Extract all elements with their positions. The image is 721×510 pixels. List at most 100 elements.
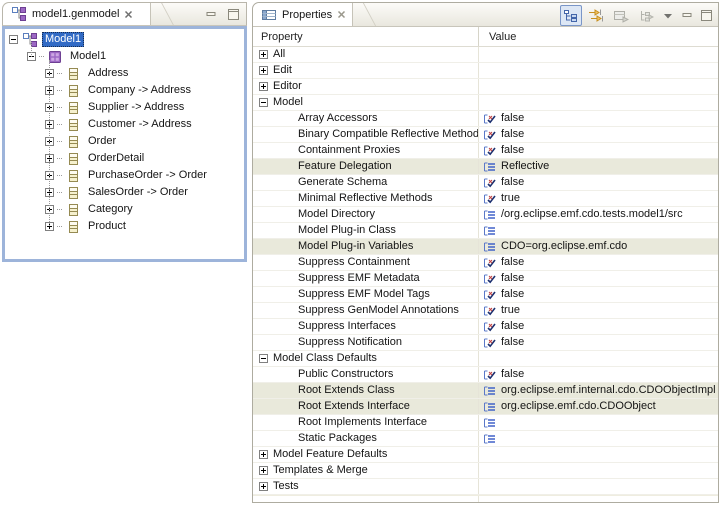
tree-node-epackage[interactable]: Model1 [5, 48, 244, 65]
close-icon[interactable] [337, 10, 346, 19]
property-row[interactable]: All [253, 47, 718, 63]
property-row[interactable]: Model Plug-in Class [253, 223, 718, 239]
maximize-icon[interactable] [227, 8, 240, 21]
property-value-cell[interactable]: false [479, 175, 718, 190]
tree-node-eclass[interactable]: OrderDetail [5, 150, 244, 167]
tree-node-genmodel-root[interactable]: Model1 [5, 31, 244, 48]
tree-node-eclass[interactable]: Order [5, 133, 244, 150]
expand-toggle-icon[interactable] [259, 482, 268, 491]
tree-node-eclass[interactable]: Customer -> Address [5, 116, 244, 133]
property-row[interactable]: Suppress Containmentfalse [253, 255, 718, 271]
tree-node-label[interactable]: Model1 [42, 32, 84, 47]
property-row[interactable]: Root Implements Interface [253, 415, 718, 431]
expand-toggle-icon[interactable] [259, 66, 268, 75]
property-value-cell[interactable]: false [479, 143, 718, 158]
property-value-cell[interactable] [479, 415, 718, 430]
property-row[interactable]: Model Class Defaults [253, 351, 718, 367]
property-row[interactable]: Minimal Reflective Methodstrue [253, 191, 718, 207]
property-value-cell[interactable]: org.eclipse.emf.internal.cdo.CDOObjectIm… [479, 383, 718, 398]
close-icon[interactable] [124, 10, 133, 19]
view-menu-icon[interactable] [660, 5, 676, 26]
property-value-cell[interactable]: true [479, 191, 718, 206]
property-row[interactable]: Containment Proxiesfalse [253, 143, 718, 159]
property-value-cell[interactable] [479, 63, 718, 78]
tree-node-label[interactable]: Customer -> Address [85, 118, 195, 131]
property-value-cell[interactable]: false [479, 111, 718, 126]
property-row[interactable]: Root Extends Interfaceorg.eclipse.emf.cd… [253, 399, 718, 415]
tree-node-eclass[interactable]: Product [5, 218, 244, 235]
properties-tab[interactable]: Properties [253, 3, 353, 26]
property-value-cell[interactable] [479, 447, 718, 462]
tree-node-eclass[interactable]: PurchaseOrder -> Order [5, 167, 244, 184]
expand-toggle-icon[interactable] [259, 466, 268, 475]
property-value-cell[interactable]: false [479, 255, 718, 270]
property-value-cell[interactable] [479, 431, 718, 446]
maximize-icon[interactable] [698, 5, 714, 26]
tree-node-label[interactable]: Supplier -> Address [85, 101, 187, 114]
minimize-icon[interactable] [205, 9, 218, 20]
tree-node-label[interactable]: Category [85, 203, 136, 216]
tree-node-label[interactable]: Company -> Address [85, 84, 194, 97]
tree-node-label[interactable]: Address [85, 67, 131, 80]
property-value-cell[interactable]: true [479, 303, 718, 318]
property-value-cell[interactable] [479, 463, 718, 478]
tree-node-eclass[interactable]: SalesOrder -> Order [5, 184, 244, 201]
show-advanced-properties-icon[interactable] [585, 5, 607, 26]
property-value-cell[interactable]: false [479, 287, 718, 302]
property-value-cell[interactable] [479, 47, 718, 62]
property-row[interactable]: Model Directory/org.eclipse.emf.cdo.test… [253, 207, 718, 223]
tree-node-eclass[interactable]: Address [5, 65, 244, 82]
property-row[interactable]: Generate Schemafalse [253, 175, 718, 191]
tree-node-eclass[interactable]: Supplier -> Address [5, 99, 244, 116]
editor-tab[interactable]: model1.genmodel [3, 3, 151, 25]
property-value-cell[interactable]: CDO=org.eclipse.emf.cdo [479, 239, 718, 254]
property-row[interactable]: Feature DelegationReflective [253, 159, 718, 175]
property-row[interactable]: Suppress Interfacesfalse [253, 319, 718, 335]
expand-toggle-icon[interactable] [259, 82, 268, 91]
property-row[interactable]: Array Accessorsfalse [253, 111, 718, 127]
property-row[interactable]: Public Constructorsfalse [253, 367, 718, 383]
property-row[interactable]: Model Feature Defaults [253, 447, 718, 463]
property-value-cell[interactable]: false [479, 271, 718, 286]
collapse-toggle-icon[interactable] [259, 98, 268, 107]
property-row[interactable]: Templates & Merge [253, 463, 718, 479]
property-row[interactable]: Suppress EMF Metadatafalse [253, 271, 718, 287]
property-row[interactable]: Suppress GenModel Annotationstrue [253, 303, 718, 319]
property-row[interactable]: Tests [253, 479, 718, 495]
tree-node-eclass[interactable]: Company -> Address [5, 82, 244, 99]
property-row[interactable]: Suppress Notificationfalse [253, 335, 718, 351]
tree-node-label[interactable]: SalesOrder -> Order [85, 186, 191, 199]
property-value-cell[interactable]: false [479, 367, 718, 382]
tree-node-label[interactable]: PurchaseOrder -> Order [85, 169, 210, 182]
tree-node-label[interactable]: Product [85, 220, 129, 233]
property-value-cell[interactable]: org.eclipse.emf.cdo.CDOObject [479, 399, 718, 414]
property-value-cell[interactable] [479, 479, 718, 494]
property-value-cell[interactable]: Reflective [479, 159, 718, 174]
property-row[interactable]: Suppress EMF Model Tagsfalse [253, 287, 718, 303]
property-row[interactable]: Static Packages [253, 431, 718, 447]
restore-default-value-icon[interactable] [610, 5, 632, 26]
property-row[interactable]: Editor [253, 79, 718, 95]
show-categories-icon[interactable] [635, 5, 657, 26]
property-value-cell[interactable]: false [479, 335, 718, 350]
collapse-toggle-icon[interactable] [259, 354, 268, 363]
tree-node-label[interactable]: Order [85, 135, 119, 148]
tree-node-eclass[interactable]: Category [5, 201, 244, 218]
property-value-cell[interactable] [479, 351, 718, 366]
property-row[interactable]: Edit [253, 63, 718, 79]
property-value-cell[interactable] [479, 223, 718, 238]
minimize-icon[interactable] [679, 5, 695, 26]
property-value-cell[interactable]: /org.eclipse.emf.cdo.tests.model1/src [479, 207, 718, 222]
tree-node-label[interactable]: Model1 [67, 50, 109, 63]
categories-tree-icon[interactable] [560, 5, 582, 26]
tree-node-label[interactable]: OrderDetail [85, 152, 147, 165]
property-value-cell[interactable] [479, 95, 718, 110]
expand-toggle-icon[interactable] [259, 50, 268, 59]
property-row[interactable]: Root Extends Classorg.eclipse.emf.intern… [253, 383, 718, 399]
property-row[interactable]: Model [253, 95, 718, 111]
property-row[interactable]: Binary Compatible Reflective Methodsfals… [253, 127, 718, 143]
property-row[interactable]: Model Plug-in VariablesCDO=org.eclipse.e… [253, 239, 718, 255]
expand-toggle-icon[interactable] [259, 450, 268, 459]
property-value-cell[interactable]: false [479, 127, 718, 142]
collapse-toggle-icon[interactable] [9, 35, 18, 44]
